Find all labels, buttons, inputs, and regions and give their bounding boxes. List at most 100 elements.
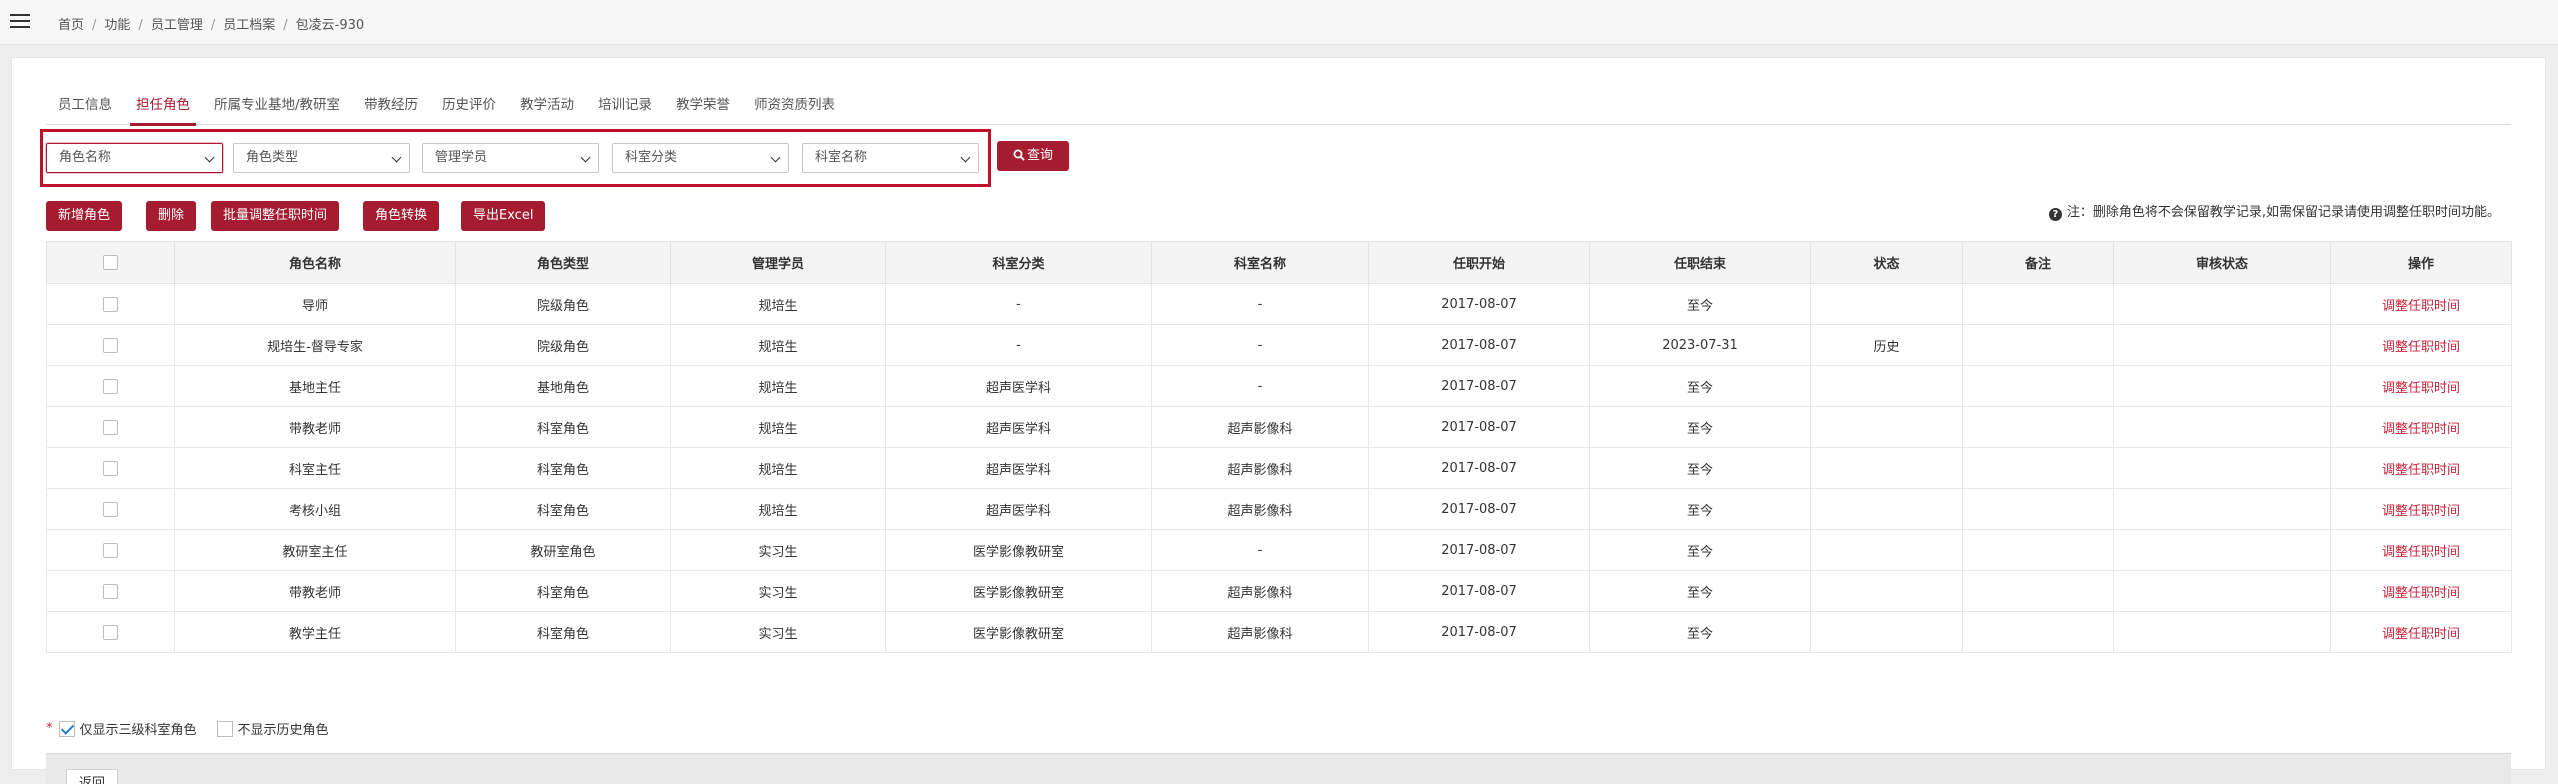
row-checkbox[interactable]	[103, 583, 118, 599]
dept-name-select[interactable]: 科室名称	[802, 143, 979, 173]
dept-name-cell: 超声影像科	[1151, 488, 1369, 530]
adjust-tenure-link[interactable]: 调整任职时间	[2382, 586, 2460, 601]
chevron-down-icon	[391, 152, 402, 163]
tab-employee-info[interactable]: 员工信息	[46, 85, 124, 125]
adjust-tenure-link[interactable]: 调整任职时间	[2382, 463, 2460, 478]
table-row: 带教老师 科室角色 实习生 医学影像教研室 超声影像科 2017-08-07 至今 调整任职时…	[46, 570, 2512, 612]
table-row: 带教老师 科室角色 规培生 超声医学科 超声影像科 2017-08-07 至今 调整任职时间	[46, 406, 2512, 448]
table-row: 考核小组 科室角色 规培生 超声医学科 超声影像科 2017-08-07 至今 调整任职时间	[46, 488, 2512, 530]
status-cell	[1810, 365, 1963, 407]
dept-category-select[interactable]: 科室分类	[612, 143, 789, 173]
select-all-checkbox[interactable]	[103, 255, 118, 270]
tab-teaching-honors[interactable]: 教学荣誉	[664, 85, 742, 125]
tab-training-records[interactable]: 培训记录	[586, 85, 664, 125]
remark-cell	[1962, 406, 2114, 448]
breadcrumb-employee-archive[interactable]: 员工档案	[223, 18, 275, 33]
dept-name-select-value: 科室名称	[815, 150, 868, 165]
breadcrumb-employee-management[interactable]: 员工管理	[151, 18, 203, 33]
delete-button[interactable]: 删除	[146, 201, 197, 231]
tab-base-department[interactable]: 所属专业基地/教研室	[202, 85, 352, 125]
role-convert-button[interactable]: 角色转换	[363, 201, 440, 231]
column-header: 备注	[1962, 241, 2114, 284]
tab-history-evaluation[interactable]: 历史评价	[430, 85, 508, 125]
tenure-end-cell: 至今	[1589, 365, 1811, 407]
role-name-cell: 教学主任	[174, 611, 456, 653]
role-name-select[interactable]: 角色名称	[46, 143, 223, 173]
role-type-cell: 科室角色	[455, 447, 671, 489]
role-type-select[interactable]: 角色类型	[233, 143, 410, 173]
row-checkbox[interactable]	[103, 337, 118, 353]
remark-cell	[1962, 324, 2114, 366]
row-checkbox[interactable]	[103, 296, 118, 312]
status-cell	[1810, 447, 1963, 489]
tenure-end-cell: 至今	[1589, 529, 1811, 571]
row-checkbox[interactable]	[103, 501, 118, 517]
adjust-tenure-link[interactable]: 调整任职时间	[2382, 627, 2460, 642]
adjust-tenure-link[interactable]: 调整任职时间	[2382, 504, 2460, 519]
adjust-tenure-link[interactable]: 调整任职时间	[2382, 299, 2460, 314]
tab-teaching-experience[interactable]: 带教经历	[352, 85, 430, 125]
action-cell: 调整任职时间	[2330, 283, 2512, 325]
export-excel-button[interactable]: 导出Excel	[461, 201, 546, 231]
tenure-start-cell: 2017-08-07	[1368, 365, 1590, 407]
question-circle-icon: ?	[2048, 208, 2062, 221]
dept-name-cell: 超声影像科	[1151, 611, 1369, 653]
row-checkbox[interactable]	[103, 460, 118, 476]
role-name-cell: 考核小组	[174, 488, 456, 530]
breadcrumb: 首页 / 功能 / 员工管理 / 员工档案 / 包凌云-930	[58, 18, 365, 33]
search-icon	[1013, 149, 1025, 161]
add-role-button[interactable]: 新增角色	[46, 201, 123, 231]
breadcrumb-function[interactable]: 功能	[104, 18, 130, 33]
managed-students-select[interactable]: 管理学员	[422, 143, 599, 173]
status-cell	[1810, 529, 1963, 571]
remark-cell	[1962, 611, 2114, 653]
hide-history-label: 不显示历史角色	[237, 723, 329, 738]
table-row: 规培生-督导专家 院级角色 规培生 - -2017-08-07 2023-07-31 历史调…	[46, 324, 2512, 366]
row-checkbox[interactable]	[103, 624, 118, 640]
breadcrumb-current: 包凌云-930	[295, 18, 365, 33]
action-cell: 调整任职时间	[2330, 529, 2512, 571]
managed-students-cell: 规培生	[670, 447, 886, 489]
role-name-cell: 教研室主任	[174, 529, 456, 571]
remark-cell	[1962, 488, 2114, 530]
status-cell	[1810, 488, 1963, 530]
adjust-tenure-link[interactable]: 调整任职时间	[2382, 340, 2460, 355]
role-name-cell: 基地主任	[174, 365, 456, 407]
query-button[interactable]: 查询	[997, 141, 1069, 171]
row-select-cell	[46, 611, 175, 653]
column-header: 操作	[2330, 241, 2512, 284]
adjust-tenure-link[interactable]: 调整任职时间	[2382, 381, 2460, 396]
dept-category-cell: 医学影像教研室	[885, 529, 1152, 571]
hamburger-menu-icon[interactable]	[10, 14, 30, 30]
remark-cell	[1962, 283, 2114, 325]
adjust-tenure-link[interactable]: 调整任职时间	[2382, 545, 2460, 560]
batch-adjust-tenure-button[interactable]: 批量调整任职时间	[211, 201, 340, 231]
row-checkbox[interactable]	[103, 542, 118, 558]
column-header: 审核状态	[2113, 241, 2331, 284]
status-cell: 历史	[1810, 324, 1963, 366]
review-status-cell	[2113, 447, 2331, 489]
dept-category-cell: 医学影像教研室	[885, 611, 1152, 653]
tab-teaching-activities[interactable]: 教学活动	[508, 85, 586, 125]
tenure-start-cell: 2017-08-07	[1368, 324, 1590, 366]
status-cell	[1810, 611, 1963, 653]
breadcrumb-home[interactable]: 首页	[58, 18, 84, 33]
row-checkbox[interactable]	[103, 419, 118, 435]
back-button[interactable]: 返回	[66, 769, 119, 784]
chevron-down-icon	[770, 152, 781, 163]
table-body: 导师 院级角色 规培生 - -2017-08-07 至今 调整任职时间 规培生-督导专家 院级角…	[46, 283, 2512, 653]
managed-students-select-value: 管理学员	[435, 150, 488, 165]
tab-teacher-qualifications[interactable]: 师资资质列表	[742, 85, 847, 125]
required-mark: *	[46, 721, 53, 736]
show-level3-checkbox[interactable]	[58, 720, 75, 737]
hide-history-checkbox[interactable]	[216, 720, 233, 737]
row-checkbox[interactable]	[103, 378, 118, 394]
status-cell	[1810, 406, 1963, 448]
tenure-start-cell: 2017-08-07	[1368, 283, 1590, 325]
tenure-end-cell: 至今	[1589, 611, 1811, 653]
table-row: 教研室主任 教研室角色 实习生 医学影像教研室 -2017-08-07 至今 调整任职时间	[46, 529, 2512, 571]
adjust-tenure-link[interactable]: 调整任职时间	[2382, 422, 2460, 437]
managed-students-cell: 实习生	[670, 570, 886, 612]
tab-roles[interactable]: 担任角色	[124, 85, 202, 126]
review-status-cell	[2113, 570, 2331, 612]
